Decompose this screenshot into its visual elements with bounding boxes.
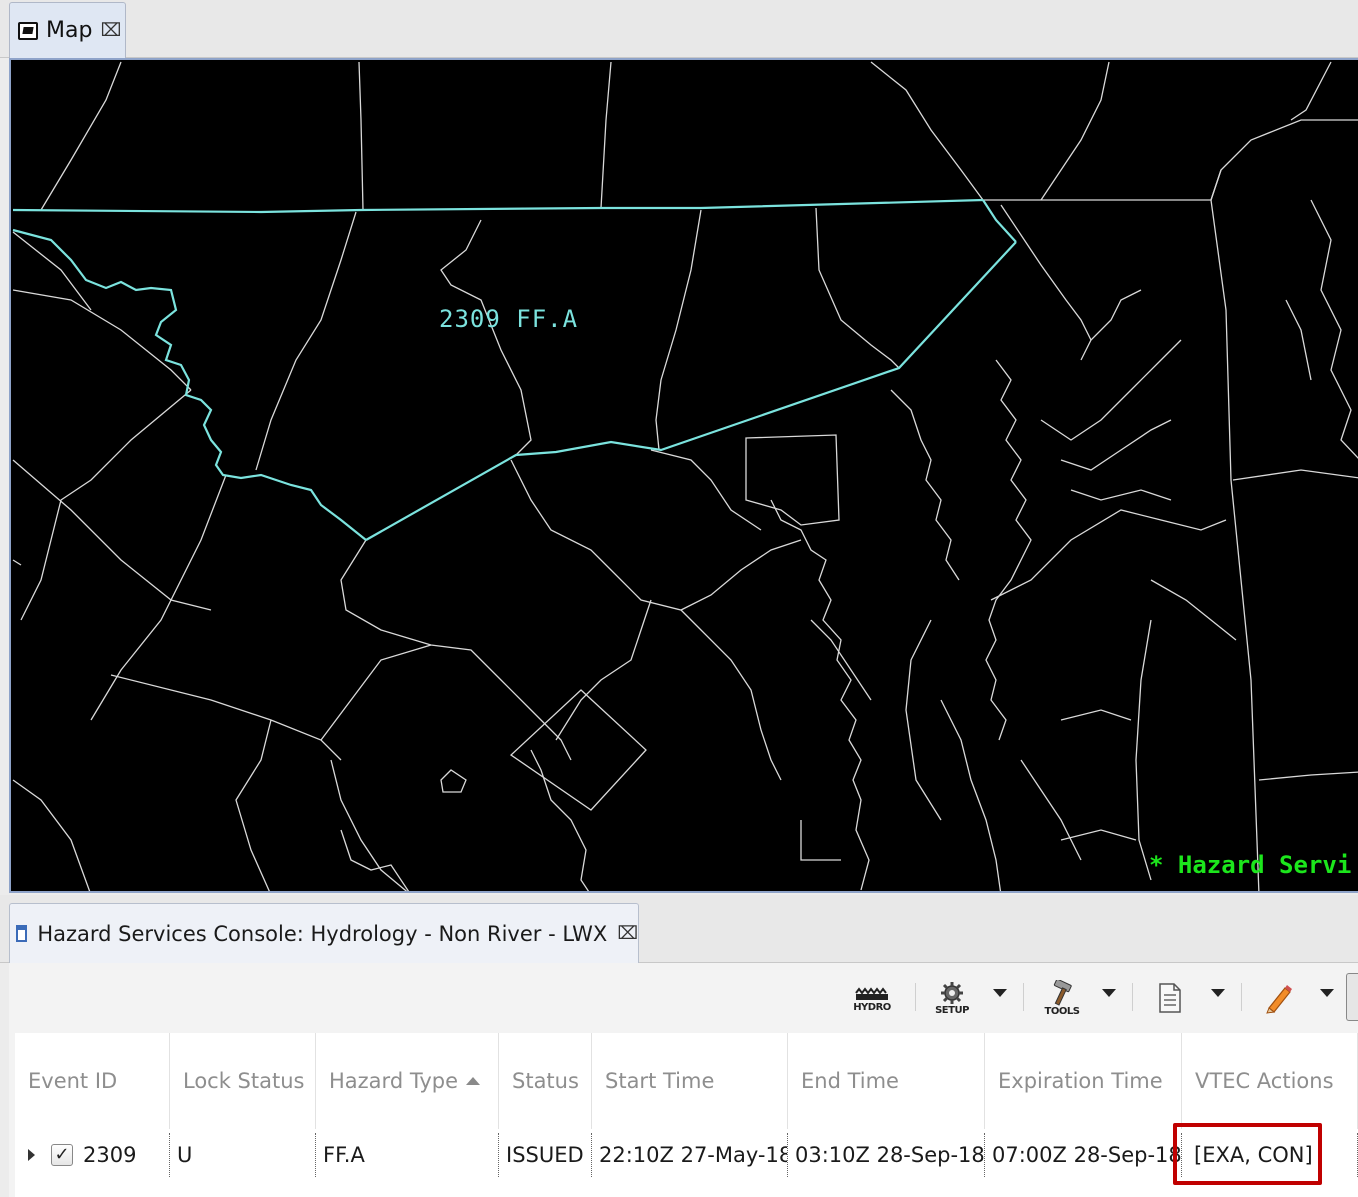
column-header-vtec-actions[interactable]: VTEC Actions: [1182, 1033, 1358, 1129]
column-header-expiration-time[interactable]: Expiration Time: [985, 1033, 1182, 1129]
tools-button[interactable]: TOOLS: [1037, 977, 1087, 1019]
toolbar-separator: [1023, 983, 1024, 1011]
console-tab-label: Hazard Services Console: Hydrology - Non…: [37, 921, 608, 946]
map-canvas[interactable]: 2309 FF.A * Hazard Servi: [9, 58, 1358, 893]
vtec-actions-highlight: [1173, 1123, 1322, 1185]
tab-map[interactable]: Map ⌧: [9, 2, 126, 58]
tab-map-label: Map: [46, 18, 93, 43]
console-toolbar: HYDRO SETUP TOOLS: [9, 963, 1358, 1031]
tools-dropdown-arrow[interactable]: [1102, 989, 1116, 997]
product-dropdown-arrow[interactable]: [1211, 989, 1225, 997]
toolbar-separator: [1241, 983, 1242, 1011]
map-tabbar: Map ⌧: [0, 0, 1358, 58]
hazard-services-status-text: * Hazard Servi: [1149, 851, 1352, 879]
column-header-lock-status[interactable]: Lock Status: [170, 1033, 316, 1129]
sort-ascending-icon: [466, 1077, 481, 1085]
hammer-icon: [1053, 979, 1072, 1006]
column-header-status[interactable]: Status: [499, 1033, 592, 1129]
document-icon: [1159, 983, 1181, 1013]
toolbar-overflow-button[interactable]: [1346, 973, 1358, 1021]
toolbar-separator: [915, 983, 916, 1011]
setup-dropdown-arrow[interactable]: [993, 989, 1007, 997]
map-icon: [18, 21, 38, 40]
hydro-button[interactable]: HYDRO: [849, 977, 895, 1019]
pencil-icon: [1266, 985, 1292, 1014]
setup-button[interactable]: SETUP: [929, 977, 975, 1019]
column-header-start-time[interactable]: Start Time: [592, 1033, 788, 1129]
hazard-event-label[interactable]: 2309 FF.A: [439, 305, 578, 333]
cell-expiration-time: 07:00Z 28-Sep-18: [985, 1133, 1182, 1177]
column-header-event-id[interactable]: Event ID: [15, 1033, 170, 1129]
cell-lock-status: U: [170, 1133, 316, 1177]
column-header-hazard-type[interactable]: Hazard Type: [316, 1033, 499, 1129]
table-header: Event ID Lock Status Hazard Type Status …: [15, 1033, 1358, 1129]
gear-icon: [941, 981, 963, 1004]
cell-status: ISSUED: [499, 1133, 592, 1177]
hydro-icon: [855, 986, 888, 1000]
close-icon[interactable]: ⌧: [617, 924, 638, 943]
cell-event-id: ✓ 2309: [15, 1133, 170, 1177]
table-row[interactable]: ✓ 2309 U FF.A ISSUED 22:10Z 27-May-18 03…: [15, 1133, 1358, 1177]
toolbar-separator: [1132, 983, 1133, 1011]
hazard-events-table: Event ID Lock Status Hazard Type Status …: [15, 1033, 1358, 1197]
tab-hazard-services-console[interactable]: Hazard Services Console: Hydrology - Non…: [9, 903, 639, 963]
console-tabbar: Hazard Services Console: Hydrology - Non…: [0, 895, 1358, 963]
close-icon[interactable]: ⌧: [100, 21, 121, 40]
edit-button[interactable]: [1261, 977, 1297, 1019]
map-geography: [12, 61, 1358, 891]
cell-hazard-type: FF.A: [316, 1133, 499, 1177]
column-header-end-time[interactable]: End Time: [788, 1033, 985, 1129]
cell-end-time: 03:10Z 28-Sep-18: [788, 1133, 985, 1177]
console-body: HYDRO SETUP TOOLS Event ID Lock Status H…: [9, 963, 1358, 1197]
window-icon: [16, 925, 28, 942]
product-button[interactable]: [1153, 977, 1187, 1019]
column-header-hazard-type-label: Hazard Type: [329, 1069, 459, 1093]
expand-arrow-icon[interactable]: [28, 1149, 35, 1161]
edit-dropdown-arrow[interactable]: [1320, 989, 1334, 997]
cell-start-time: 22:10Z 27-May-18: [592, 1133, 788, 1177]
event-id-value: 2309: [83, 1143, 137, 1167]
row-checkbox[interactable]: ✓: [51, 1144, 73, 1166]
